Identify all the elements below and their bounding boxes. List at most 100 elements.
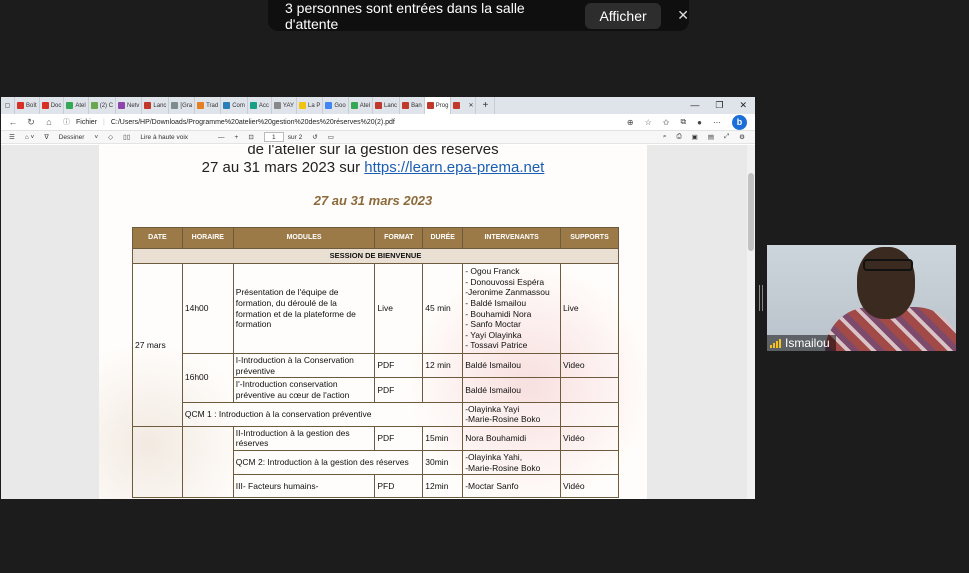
bing-icon[interactable]: b	[732, 114, 747, 130]
highlight-icon[interactable]: ⌂ ˅	[25, 134, 35, 141]
rotate-icon[interactable]: ↺	[312, 133, 317, 141]
home-icon[interactable]: ⌂	[43, 117, 55, 127]
qcm-cell: QCM 1 : Introduction à la conservation p…	[181, 401, 464, 427]
participant-name: Ismailou	[785, 336, 830, 350]
profile-icon[interactable]: ●	[697, 118, 702, 127]
browser-tab[interactable]: Atel	[349, 97, 374, 114]
format-cell: PDF	[374, 352, 424, 379]
save-icon[interactable]: ▣	[692, 133, 698, 141]
contents-icon[interactable]: ☰	[9, 133, 15, 141]
scrollbar-thumb[interactable]	[748, 173, 754, 251]
maximize-icon[interactable]: ❐	[715, 100, 723, 111]
page-total: sur 2	[287, 133, 303, 141]
tab-favicon-icon	[17, 102, 24, 109]
tab-label: Lanc	[153, 102, 167, 109]
tab-label: Prog	[435, 102, 449, 109]
browser-tab[interactable]: Netv	[116, 97, 143, 114]
pdf-viewer: de l'atelier sur la gestion des réserves…	[1, 145, 747, 499]
browser-tab[interactable]: Lanc	[142, 97, 170, 114]
chevron-down-icon[interactable]: ˅	[94, 134, 98, 141]
url-field[interactable]: ⓘ Fichier | C:/Users/HP/Downloads/Progra…	[63, 117, 395, 127]
browser-tab[interactable]: La P	[297, 97, 324, 114]
table-header: HORAIRE	[181, 227, 234, 249]
format-cell: PDF	[374, 377, 424, 403]
favorites-icon[interactable]: ✩	[663, 118, 670, 127]
two-page-icon[interactable]: ▭	[328, 133, 334, 141]
page-view-icon[interactable]: ▯▯	[123, 133, 130, 141]
duration-cell: 30min	[422, 449, 464, 476]
browser-tab[interactable]: Goo	[323, 97, 349, 114]
table-header: DURÉE	[422, 227, 464, 249]
tab-favicon-icon	[197, 102, 205, 109]
participant-video[interactable]: Ismailou	[767, 245, 956, 351]
read-aloud-button[interactable]: Lire à haute voix	[140, 134, 188, 141]
search-icon[interactable]: ⌕	[663, 133, 667, 141]
save-as-icon[interactable]: ▤	[708, 133, 714, 141]
new-tab-button[interactable]: +	[476, 97, 496, 114]
vertical-scrollbar[interactable]	[747, 145, 755, 499]
browser-tab[interactable]: Lanc	[373, 97, 401, 114]
platform-link[interactable]: https://learn.epa-prema.net	[364, 159, 544, 176]
browser-tab[interactable]: [Gra	[169, 97, 196, 114]
draw-button[interactable]: Dessiner	[59, 134, 85, 141]
tab-favicon-icon	[118, 102, 126, 109]
tab-actions-icon[interactable]: ▢	[1, 97, 15, 114]
favorite-add-icon[interactable]: ☆	[645, 118, 652, 127]
tab-favicon-icon	[249, 102, 257, 109]
module-cell: III- Facteurs humains-	[232, 474, 376, 499]
back-icon[interactable]: ←	[7, 117, 19, 127]
more-icon[interactable]: ⋯	[713, 118, 721, 127]
browser-tab-bar: ▢ Boît Doc Atel (2) C Netv Lanc [Gra Trad Com Acc…	[1, 97, 755, 114]
table-header: DATE	[132, 227, 183, 249]
pdf-page: de l'atelier sur la gestion des réserves…	[99, 145, 647, 499]
browser-tab[interactable]: Prog	[424, 97, 452, 114]
browser-tab[interactable]: Acc	[248, 97, 272, 114]
close-tab-icon[interactable]: ✕	[468, 102, 473, 109]
page-number-input[interactable]: 1	[263, 132, 284, 142]
duration-cell: 12min	[422, 474, 464, 499]
tab-label: YAY	[282, 102, 295, 109]
duration-cell: 45 min	[422, 263, 464, 354]
duration-cell	[422, 377, 464, 403]
collections-icon[interactable]: ⧉	[680, 117, 686, 127]
speakers-cell: Baldé Ismailou	[462, 352, 561, 379]
tab-favicon-icon	[273, 102, 281, 109]
browser-tab[interactable]: ✕	[451, 97, 477, 114]
module-cell: II-Introduction à la gestion des réserve…	[232, 425, 376, 452]
settings-icon[interactable]: ⚙	[739, 133, 745, 141]
speakers-cell: -Moctar Sanfo	[462, 474, 561, 499]
format-cell: PFD	[374, 474, 424, 499]
browser-tab[interactable]: Com	[221, 97, 248, 114]
document-subheading: 27 au 31 mars 2023 sur https://learn.epa…	[201, 159, 545, 176]
splitter-handle[interactable]	[759, 285, 763, 311]
show-waiting-room-button[interactable]: Afficher	[584, 2, 662, 29]
zoom-in-icon[interactable]: +	[235, 134, 239, 141]
browser-tab[interactable]: YAY	[272, 97, 298, 114]
table-row: 16h00 I-Introduction à la Conservation p…	[133, 352, 619, 403]
close-window-icon[interactable]: ✕	[739, 100, 747, 111]
draw-icon[interactable]: ∇	[44, 133, 48, 141]
tab-label: (2) C	[99, 102, 114, 109]
tab-label: Com	[232, 102, 245, 109]
fit-page-icon[interactable]: ⊡	[248, 133, 253, 141]
fullscreen-icon[interactable]: ⤢	[724, 133, 729, 141]
format-cell: PDF	[374, 425, 424, 452]
close-icon[interactable]: ✕	[677, 7, 689, 24]
zoom-icon[interactable]: ⊕	[627, 118, 634, 127]
print-icon[interactable]: ⎙	[676, 133, 681, 141]
browser-tab[interactable]: (2) C	[89, 97, 117, 114]
tab-favicon-icon	[299, 102, 307, 109]
browser-tab[interactable]: Trad	[195, 97, 222, 114]
tab-label: Goo	[334, 102, 346, 109]
minimize-icon[interactable]: —	[690, 100, 699, 111]
table-header: SUPPORTS	[560, 227, 619, 249]
browser-tab[interactable]: Boît	[15, 97, 40, 114]
refresh-icon[interactable]: ↻	[25, 117, 37, 128]
zoom-out-icon[interactable]: —	[218, 134, 225, 141]
date-cell	[132, 425, 183, 499]
browser-tab[interactable]: Doc	[40, 97, 65, 114]
eraser-icon[interactable]: ◇	[108, 133, 113, 141]
support-cell: Live	[560, 263, 619, 354]
browser-tab[interactable]: Ban	[400, 97, 425, 114]
browser-tab[interactable]: Atel	[64, 97, 89, 114]
